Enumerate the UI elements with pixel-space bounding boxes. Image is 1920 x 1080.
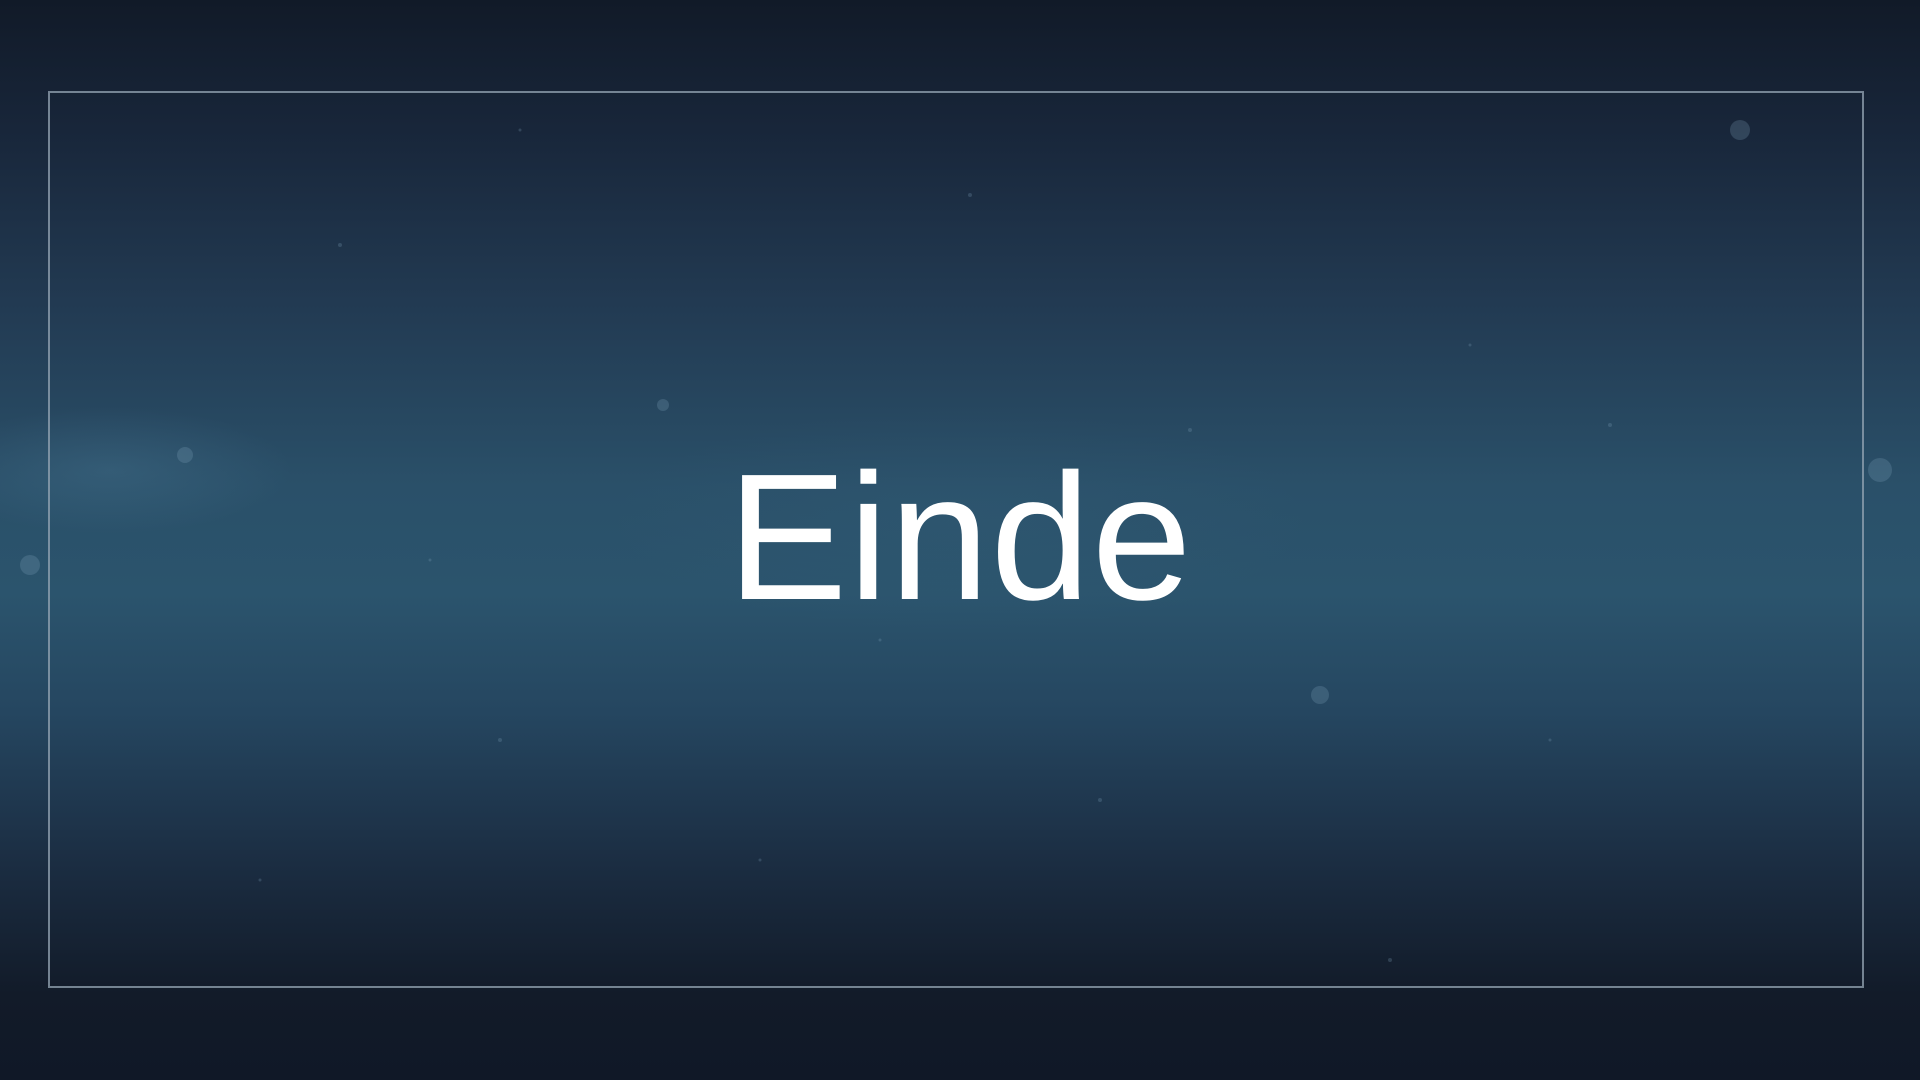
presentation-slide: Einde <box>0 0 1920 1080</box>
slide-title: Einde <box>727 437 1193 638</box>
